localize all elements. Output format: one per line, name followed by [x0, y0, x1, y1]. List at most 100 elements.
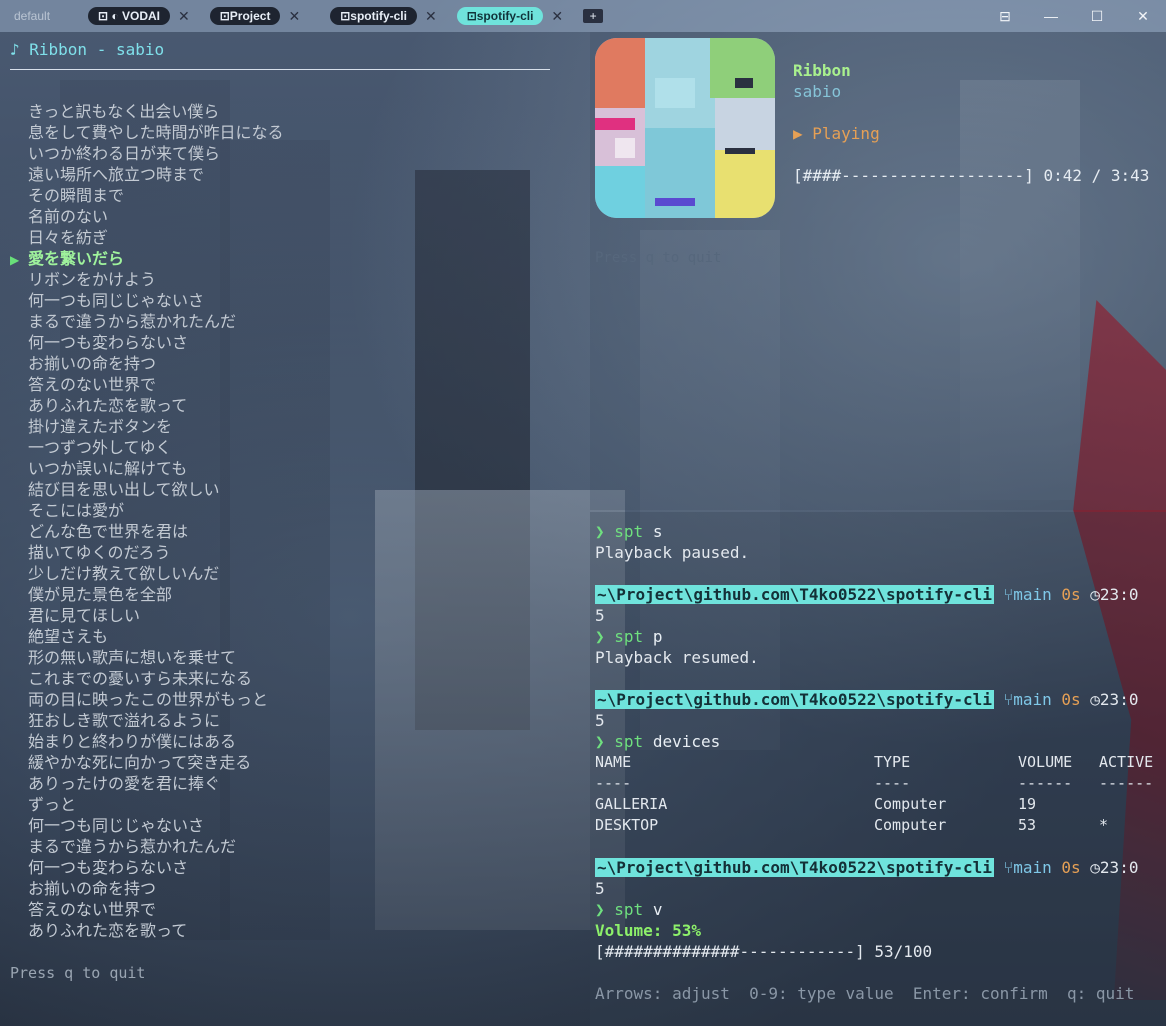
lyric-line: どんな色で世界を君は: [10, 521, 284, 542]
tab-project[interactable]: ⊡Project ✕: [209, 7, 300, 25]
table-cell-volume: 53: [1018, 816, 1037, 834]
table-divider: ----: [874, 774, 911, 792]
lyric-text: きっと訳もなく出会い僕ら: [28, 102, 220, 121]
table-divider: ----: [595, 774, 632, 792]
lyric-text: 何一つも同じじゃないさ: [28, 291, 205, 310]
lyric-line: お揃いの命を持つ: [10, 878, 284, 899]
lyric-line: 何一つも同じじゃないさ: [10, 290, 284, 311]
prompt-arrow: ❯: [595, 522, 605, 541]
command-bin: spt: [614, 732, 644, 751]
lyric-text: 掛け違えたボタンを: [28, 417, 173, 436]
exit-line: 5: [595, 711, 605, 730]
lyric-text: いつか誤いに解けても: [28, 459, 188, 478]
lyric-text: 緩やかな死に向かって突き走る: [28, 753, 252, 772]
clock-time: 23:0: [1099, 858, 1139, 877]
close-icon[interactable]: ✕: [288, 8, 300, 25]
quit-hint: Press q to quit: [10, 964, 146, 982]
lyric-text: いつか終わる日が来て僕ら: [28, 144, 221, 163]
lyric-line: 遠い場所へ旅立つ時まで: [10, 164, 284, 185]
lyric-line: リボンをかけよう: [10, 269, 284, 290]
maximize-icon[interactable]: ☐: [1074, 0, 1120, 32]
volume-bar[interactable]: [##############------------]: [595, 942, 865, 961]
lyrics-title: ♪ Ribbon - sabio: [10, 40, 165, 59]
command-args: s: [652, 522, 663, 541]
tab-menu-icon[interactable]: ⊟: [982, 0, 1028, 32]
terminal-pane[interactable]: ❯ spt s Playback paused. ~\Project\githu…: [590, 512, 1166, 1026]
table-header-name: NAME: [595, 753, 632, 771]
close-icon[interactable]: ✕: [178, 8, 190, 25]
lyric-line: 緩やかな死に向かって突き走る: [10, 752, 284, 773]
lyric-line: ずっと: [10, 794, 284, 815]
table-cell-name: GALLERIA: [595, 795, 668, 813]
tab-label: ⊡spotify-cli: [330, 7, 417, 25]
prompt-arrow: ❯: [595, 900, 605, 919]
lyric-text: 答えのない世界で: [28, 900, 157, 919]
clock-icon: ◷: [1090, 690, 1100, 709]
divider: [10, 69, 550, 70]
lyric-line: 答えのない世界で: [10, 374, 284, 395]
lyric-text: ありったけの愛を君に捧ぐ: [28, 774, 221, 793]
volume-help: Arrows: adjust 0-9: type value Enter: co…: [595, 984, 1135, 1003]
lyric-text: 狂おしき歌で溢れるように: [28, 711, 221, 730]
lyric-line: 一つずつ外してゆく: [10, 437, 284, 458]
lyric-line: 狂おしき歌で溢れるように: [10, 710, 284, 731]
terminal-icon: ⊡: [219, 9, 230, 23]
tab-label: ⊡spotify-cli: [456, 7, 544, 25]
lyric-line: ありったけの愛を君に捧ぐ: [10, 773, 284, 794]
prompt-status-line: ~\Project\github.com\T4ko0522\spotify-cl…: [595, 690, 1138, 709]
lyric-text: 君に見てほしい: [28, 606, 141, 625]
quit-hint: Press q to quit: [595, 250, 722, 266]
lyric-line: 両の目に映ったこの世界がもっと: [10, 689, 284, 710]
close-window-icon[interactable]: ✕: [1120, 0, 1166, 32]
table-cell-type: Computer: [874, 795, 947, 813]
close-icon[interactable]: ✕: [425, 8, 437, 25]
minimize-icon[interactable]: —: [1028, 0, 1074, 32]
lyric-text: 少しだけ教えて欲しいんだ: [28, 564, 220, 583]
lyric-line: 名前のない: [10, 206, 284, 227]
lyric-text: ありふれた恋を歌って: [28, 921, 188, 940]
album-cover: [595, 38, 775, 218]
lyric-line: 掛け違えたボタンを: [10, 416, 284, 437]
command-args: p: [652, 627, 663, 646]
cwd-path: ~\Project\github.com\T4ko0522\spotify-cl…: [595, 585, 994, 604]
lyric-text: 始まりと終わりが僕にはある: [28, 732, 237, 751]
command-bin: spt: [614, 627, 644, 646]
table-cell-active: *: [1099, 816, 1109, 834]
close-icon[interactable]: ✕: [551, 8, 563, 25]
command-bin: spt: [614, 900, 644, 919]
lyrics-pane: ♪ Ribbon - sabio きっと訳もなく出会い僕ら息をして費やした時間が…: [0, 32, 590, 1026]
command-args: devices: [652, 732, 721, 751]
lyric-line: そこには愛が: [10, 500, 284, 521]
lyric-line-current: ▶ 愛を繋いだら: [10, 248, 284, 269]
clock-time: 23:0: [1099, 585, 1139, 604]
devices-table: NAME TYPE VOLUME ACTIVE ---- ---- ------…: [595, 753, 1165, 837]
cwd-path: ~\Project\github.com\T4ko0522\spotify-cl…: [595, 690, 994, 709]
tab-label: ⊡Project: [209, 7, 281, 25]
lyric-line: 君に見てほしい: [10, 605, 284, 626]
lyric-line: 始まりと終わりが僕にはある: [10, 731, 284, 752]
clock-time: 23:0: [1099, 690, 1139, 709]
workspace-label: default: [14, 9, 51, 23]
lyric-text: 僕が見た景色を全部: [28, 585, 173, 604]
tab-vodai[interactable]: ⊡ ◐ VODAI ✕: [88, 7, 190, 25]
lyric-line: 何一つも変わらないさ: [10, 857, 284, 878]
lyric-text: お揃いの命を持つ: [28, 354, 157, 373]
window-controls: ⊟ — ☐ ✕: [982, 0, 1166, 32]
table-header-type: TYPE: [874, 753, 911, 771]
clock-icon: ◷: [1090, 858, 1100, 877]
git-branch: main: [1013, 858, 1052, 877]
tab-spotify-cli[interactable]: ⊡spotify-cli ✕: [330, 7, 437, 25]
command-bin: spt: [614, 522, 644, 541]
volume-readout[interactable]: [##############------------] 53/100: [595, 942, 932, 961]
lyric-line: お揃いの命を持つ: [10, 353, 284, 374]
lyric-text: 名前のない: [28, 207, 109, 226]
lyric-text: 何一つも変わらないさ: [28, 858, 189, 877]
lyric-line: ありふれた恋を歌って: [10, 920, 284, 941]
lyric-text: 息をして費やした時間が昨日になる: [28, 123, 284, 142]
track-title: Ribbon: [793, 61, 851, 80]
new-tab-button[interactable]: +: [583, 9, 604, 23]
lyric-line: 何一つも同じじゃないさ: [10, 815, 284, 836]
tab-spotify-cli-active[interactable]: ⊡spotify-cli ✕: [456, 7, 563, 25]
lyric-text: まるで違うから惹かれたんだ: [28, 837, 237, 856]
prompt-status-line: ~\Project\github.com\T4ko0522\spotify-cl…: [595, 858, 1138, 877]
